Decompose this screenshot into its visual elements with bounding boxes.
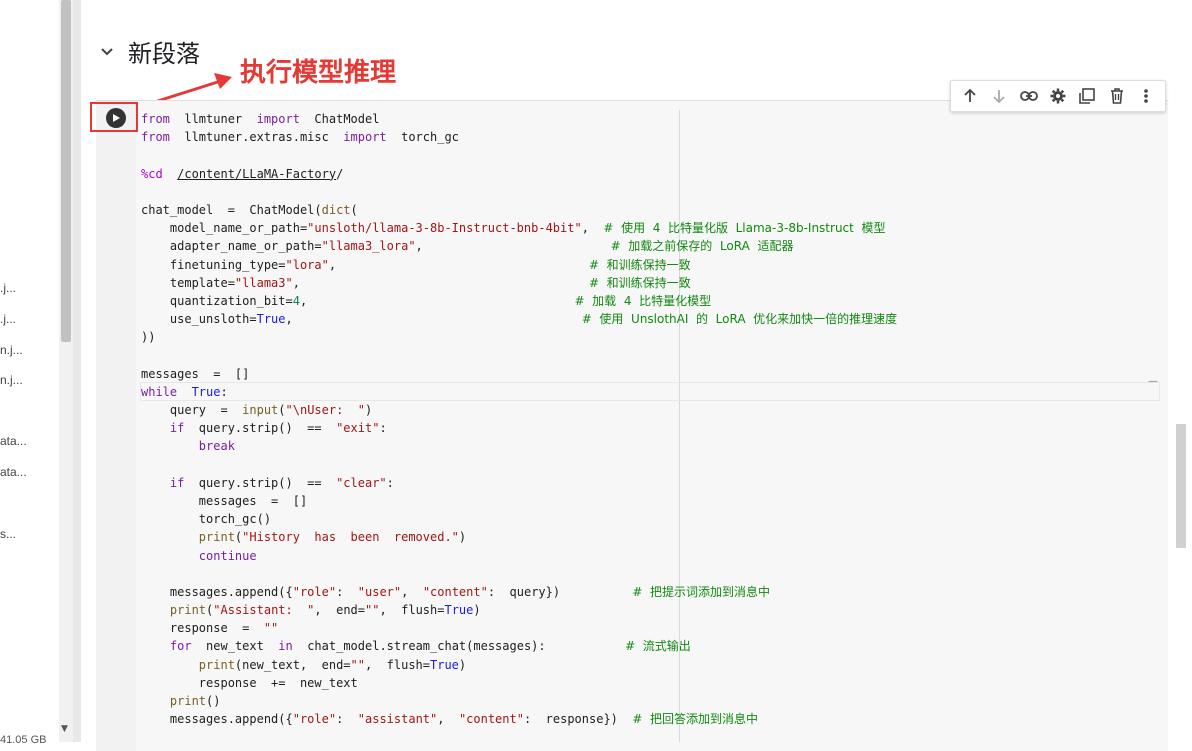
code-line: print(new_text, end="", flush=True) xyxy=(198,657,467,672)
file-item[interactable]: n.j... xyxy=(0,343,23,357)
gear-icon[interactable] xyxy=(1046,84,1070,108)
file-item[interactable]: s... xyxy=(0,527,16,541)
code-line: while True: xyxy=(141,384,228,399)
code-line: chat_model = ChatModel(dict( xyxy=(141,202,358,217)
scrollbar-thumb[interactable] xyxy=(61,0,71,342)
code-line: finetuning_type="lora", # 和训练保持一致 xyxy=(141,257,691,272)
annotation-label: 执行模型推理 xyxy=(240,58,397,88)
disk-usage-label: 41.05 GB xyxy=(0,734,47,746)
scroll-down-icon[interactable]: ▼ xyxy=(61,724,68,734)
code-line: torch_gc() xyxy=(141,512,272,527)
code-line: from llmtuner import ChatModel xyxy=(141,112,380,126)
section-header: 新段落 xyxy=(96,34,200,69)
cell-gutter xyxy=(96,101,136,751)
scrollbar-thumb[interactable] xyxy=(1176,424,1186,548)
file-browser-panel: .j... .j... n.j... n.j... ata... ata... … xyxy=(0,0,58,746)
file-item[interactable]: .j... xyxy=(0,312,16,326)
code-line: print() xyxy=(169,694,221,708)
file-item[interactable]: ata... xyxy=(0,465,27,479)
code-line: use_unsloth=True, # 使用 UnslothAI 的 LoRA … xyxy=(141,312,898,327)
code-line: )) xyxy=(141,330,156,345)
code-line: response += new_text xyxy=(141,675,358,690)
code-line: print("History has been removed.") xyxy=(198,530,467,545)
play-icon xyxy=(113,114,120,122)
code-line: messages = [] xyxy=(141,493,308,508)
chevron-down-icon[interactable] xyxy=(96,41,118,63)
code-line: %cd /content/LLaMA-Factory/ xyxy=(141,166,344,181)
file-panel-scrollbar[interactable]: ▼ xyxy=(59,0,73,742)
code-line: if query.strip() == "clear": xyxy=(169,475,394,490)
code-line: continue xyxy=(198,548,257,563)
code-line: quantization_bit=4, # 加载 4 比特量化模型 xyxy=(141,293,712,308)
fold-indicator: — xyxy=(1148,376,1158,387)
file-item[interactable]: .j... xyxy=(0,281,16,295)
code-line: messages.append({"role": "assistant", "c… xyxy=(141,712,759,727)
arrow-down-icon[interactable] xyxy=(987,84,1011,108)
arrow-up-icon[interactable] xyxy=(958,84,982,108)
code-editor[interactable]: from llmtuner import ChatModel from llmt… xyxy=(141,110,897,728)
trash-icon[interactable] xyxy=(1105,84,1129,108)
file-item[interactable]: ata... xyxy=(0,434,27,448)
code-line: for new_text in chat_model.stream_chat(m… xyxy=(169,639,691,654)
run-cell-button[interactable] xyxy=(106,108,126,128)
code-line: template="llama3", # 和训练保持一致 xyxy=(141,275,691,290)
code-line: model_name_or_path="unsloth/llama-3-8b-I… xyxy=(141,221,886,236)
section-title: 新段落 xyxy=(128,40,200,68)
file-item[interactable]: n.j... xyxy=(0,373,23,387)
code-line: adapter_name_or_path="llama3_lora", # 加载… xyxy=(141,239,794,254)
cell-toolbar xyxy=(950,80,1166,112)
more-vert-icon[interactable] xyxy=(1134,84,1158,108)
code-line: print("Assistant: ", end="", flush=True) xyxy=(169,603,481,618)
code-line: break xyxy=(198,439,235,454)
code-line: from llmtuner.extras.misc import torch_g… xyxy=(141,130,459,145)
code-line: response = "" xyxy=(141,621,279,636)
code-line: if query.strip() == "exit": xyxy=(169,421,387,436)
notebook-scrollbar[interactable] xyxy=(1176,0,1192,742)
code-line: messages.append({"role": "user", "conten… xyxy=(141,584,771,599)
mirror-cell-icon[interactable] xyxy=(1075,84,1099,108)
code-line: query = input("\nUser: ") xyxy=(141,403,373,417)
link-icon[interactable] xyxy=(1017,84,1041,108)
code-line: messages = [] xyxy=(141,366,250,381)
panel-divider[interactable] xyxy=(73,0,81,742)
